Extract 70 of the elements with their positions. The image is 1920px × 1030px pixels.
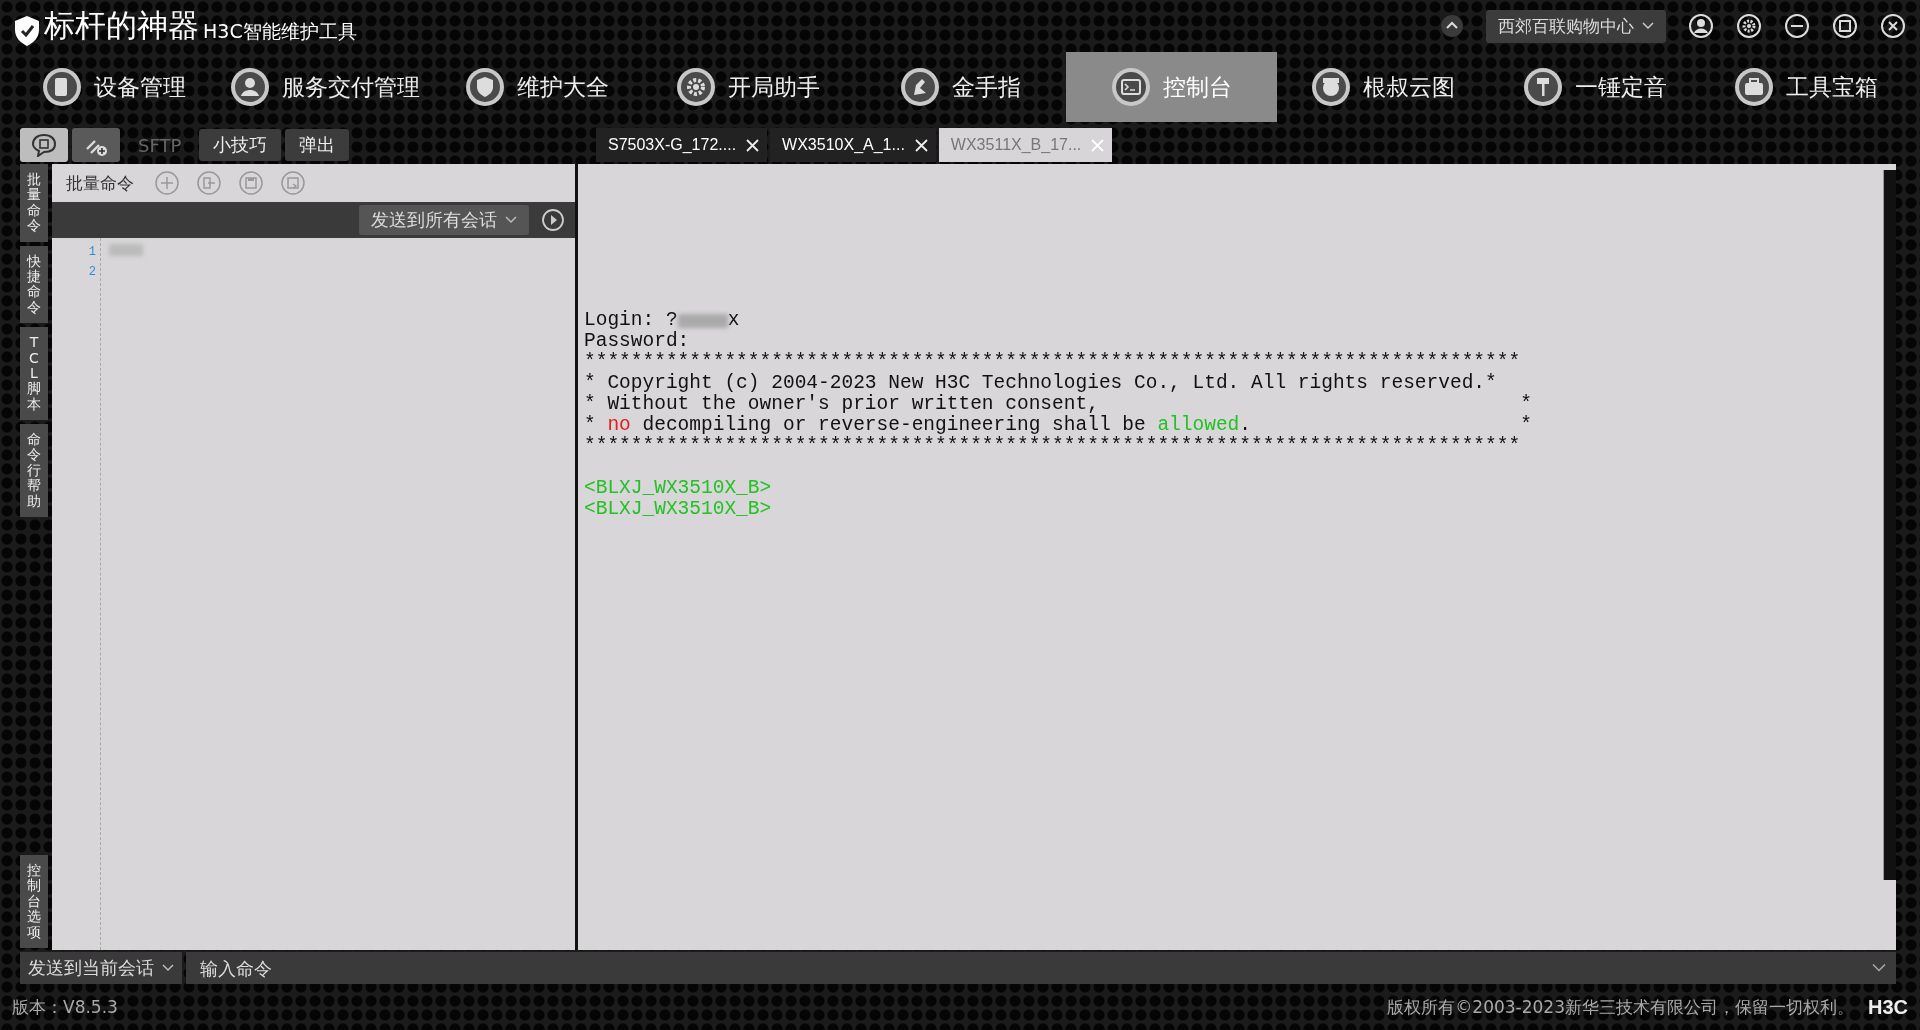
settings-icon[interactable]: [1736, 13, 1762, 39]
side-tab[interactable]: 命令行帮助: [20, 424, 48, 518]
close-icon[interactable]: [914, 138, 928, 152]
nav-tab[interactable]: 一锤定音: [1488, 52, 1701, 122]
caret-icon: [505, 216, 517, 224]
brand-logo: H3C: [1868, 995, 1908, 1019]
terminal-text: no: [607, 415, 631, 436]
history-dropdown-icon[interactable]: [1862, 952, 1896, 984]
nav-tab[interactable]: 维护大全: [431, 52, 643, 122]
nav-tab[interactable]: 工具宝箱: [1700, 52, 1913, 122]
toolbar-button[interactable]: 弹出: [285, 129, 350, 161]
line-number: 1: [88, 244, 96, 261]
gear-icon: [676, 67, 717, 107]
restore-icon[interactable]: [1832, 13, 1858, 39]
terminal-text: x: [727, 310, 740, 331]
nav-tab[interactable]: 根叔云图: [1277, 52, 1489, 122]
location-dropdown[interactable]: 西郊百联购物中心: [1486, 9, 1666, 43]
person-icon: [230, 67, 271, 107]
nav-tab[interactable]: 设备管理: [8, 52, 220, 122]
app-subtitle: H3C智能维护工具: [203, 19, 357, 44]
toolbox-icon: [1734, 67, 1775, 107]
terminal-text: . *: [1239, 415, 1532, 436]
nav-tab[interactable]: 金手指: [854, 52, 1066, 122]
scrollbar[interactable]: [1883, 170, 1896, 880]
side-tab[interactable]: TCL 脚本: [20, 327, 48, 421]
chat-button[interactable]: [20, 128, 68, 162]
caret-icon: [162, 964, 174, 972]
prompt-text: <BLXJ_WX3510X_B>: [584, 499, 772, 520]
app-title: 标杆的神器: [44, 6, 199, 45]
copyright-text: 版权所有©2003-2023新华三技术有限公司，保留一切权利。: [1387, 995, 1854, 1019]
prompt-text: <BLXJ_WX3510X_B>: [584, 478, 772, 499]
terminal-text: ********************************************************************************: [584, 436, 1521, 457]
toolbar-button[interactable]: 小技巧: [199, 129, 282, 161]
terminal-text: ?: [665, 310, 678, 331]
terminal-text: Login:: [584, 310, 656, 331]
session-tab[interactable]: WX3510X_A_1...: [770, 128, 936, 162]
send-target-dropdown[interactable]: 发送到所有会话: [359, 205, 529, 235]
panel-title: 批量命令: [66, 171, 134, 195]
terminal-text: *: [584, 415, 597, 436]
terminal-text: allowed: [1157, 415, 1240, 436]
close-icon[interactable]: [1880, 13, 1906, 39]
chat-icon: [31, 133, 57, 157]
terminal-text: Password:: [584, 331, 690, 352]
add-link-button[interactable]: [72, 128, 120, 162]
terminal-text: ********************************************************************************: [584, 352, 1521, 373]
collapse-icon[interactable]: [1440, 14, 1464, 38]
side-tab[interactable]: 批量命令: [20, 164, 48, 242]
play-icon[interactable]: [541, 208, 565, 232]
side-tab[interactable]: 控制台选项: [20, 855, 48, 948]
session-tab[interactable]: S7503X-G_172....: [596, 128, 768, 162]
terminal-text: * Without the owner's prior written consent, *: [584, 394, 1532, 415]
terminal-text: * Copyright (c) 2004-2023 New H3C Technologies Co., Ltd. All rights reserved.*: [584, 373, 1497, 394]
terminal-text: decompiling or reverse-engineering shall be: [641, 415, 1147, 436]
redacted-text: [109, 244, 143, 256]
nav-tab[interactable]: 开局助手: [642, 52, 855, 122]
redacted-text: [677, 313, 728, 328]
terminal-icon: [1111, 67, 1152, 107]
shield-logo-icon: [14, 15, 40, 47]
nav-tab[interactable]: 服务交付管理: [219, 52, 432, 122]
close-icon[interactable]: [746, 138, 760, 152]
version-text: 版本：V8.5.3: [12, 995, 118, 1019]
caret-icon: [1642, 22, 1654, 30]
line-number: 2: [88, 264, 96, 281]
minimize-icon[interactable]: [1784, 13, 1810, 39]
command-input[interactable]: 输入命令: [186, 952, 1862, 984]
shield-icon: [464, 67, 505, 107]
user-icon[interactable]: [1688, 13, 1714, 39]
side-tab[interactable]: 快捷命令: [20, 245, 48, 324]
device-icon: [41, 67, 82, 107]
send-target-dropdown[interactable]: 发送到当前会话: [20, 952, 182, 984]
